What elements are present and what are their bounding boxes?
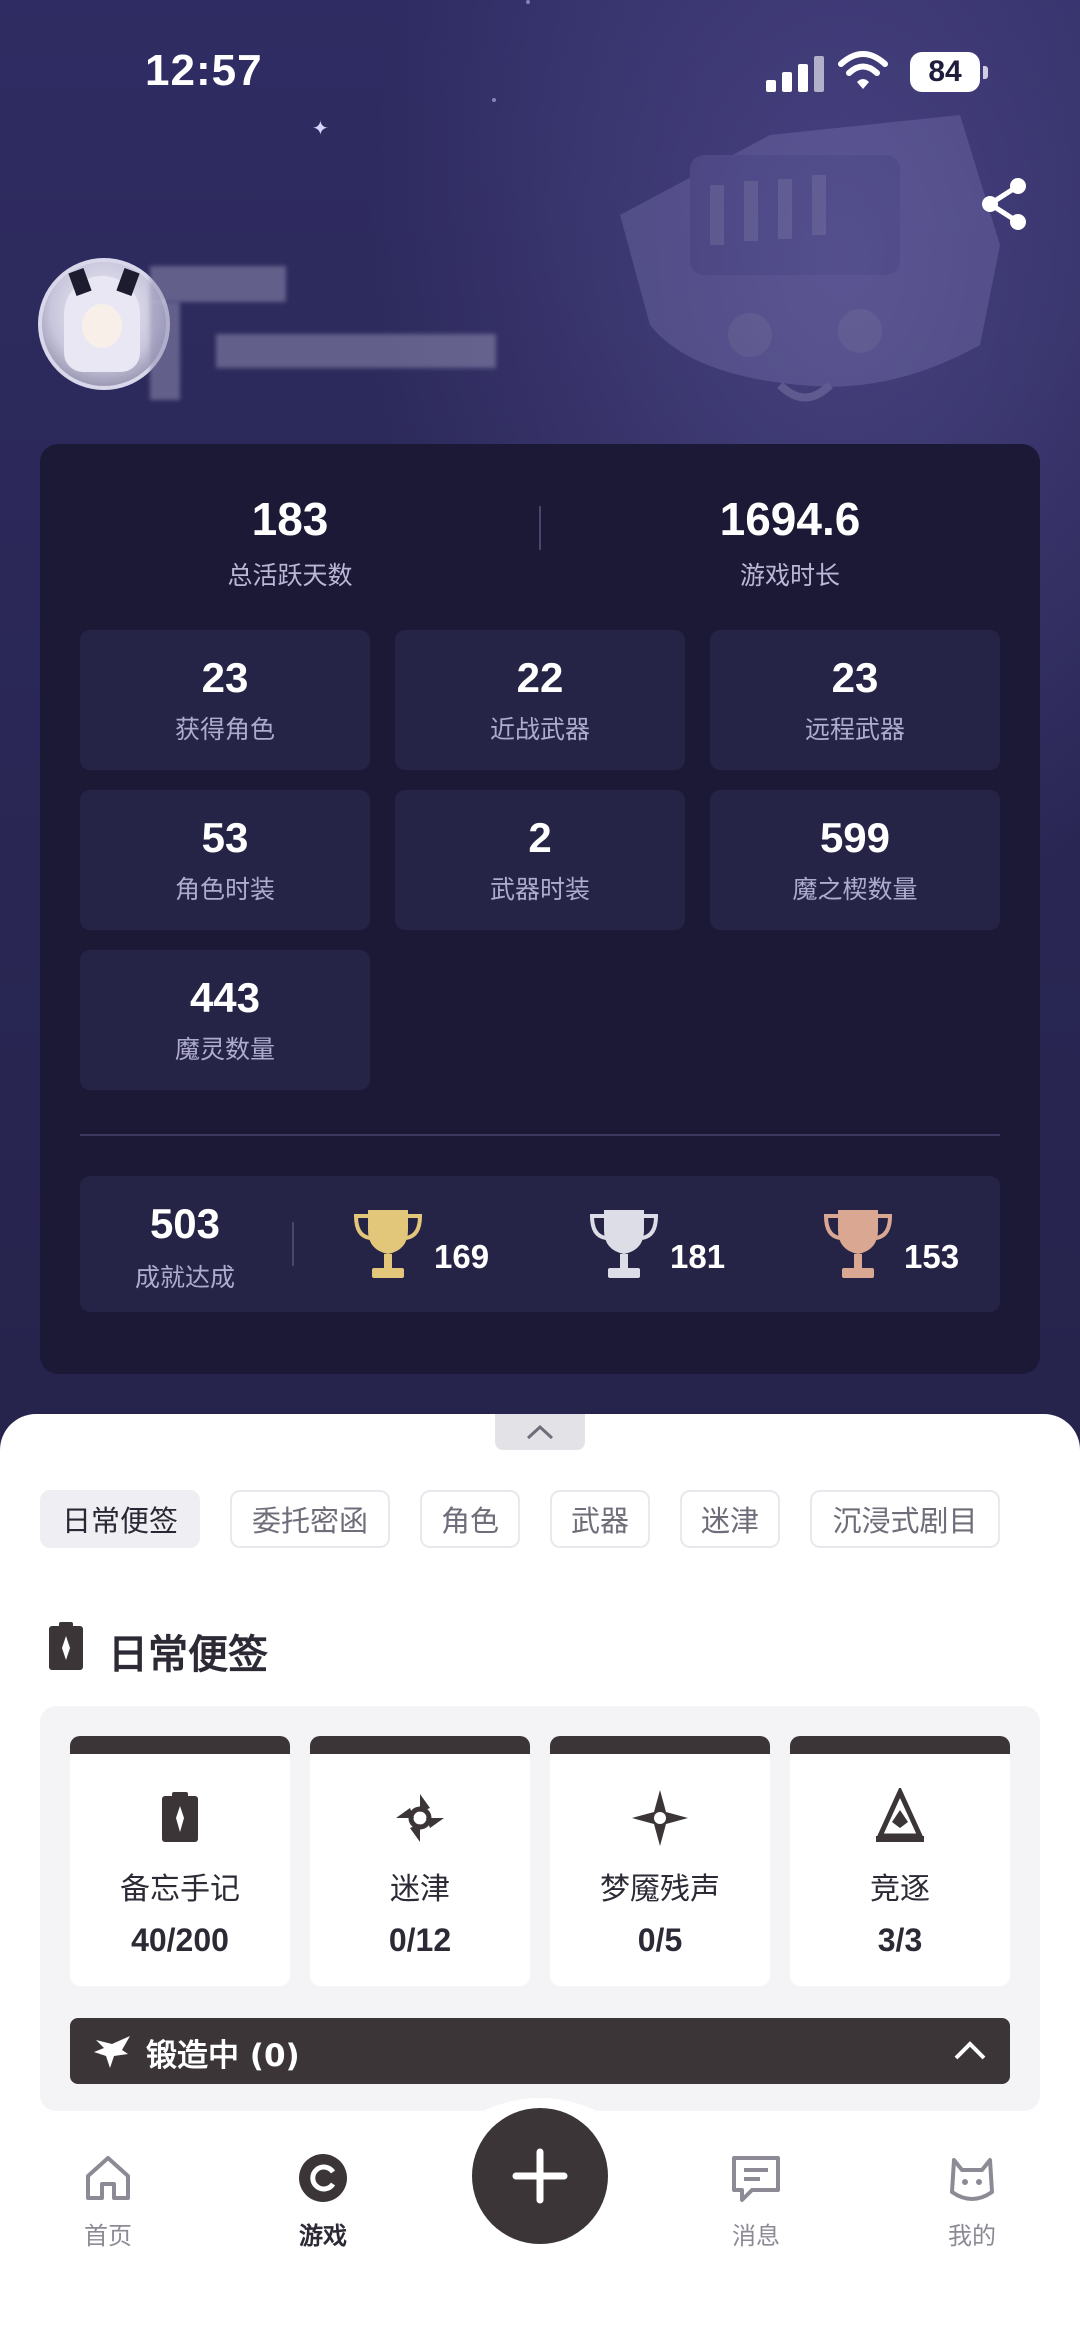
stat-tile-label: 魔灵数量 bbox=[174, 1035, 275, 1064]
nav-item-mine[interactable]: 我的 bbox=[912, 2150, 1032, 2251]
note-card-memo[interactable]: 备忘手记 40/200 bbox=[70, 1736, 290, 1986]
stat-tile-weapon-skins: 2 武器时装 bbox=[395, 790, 685, 930]
forge-label: 锻造中 (0) bbox=[146, 2038, 300, 2074]
blurred-username bbox=[150, 266, 286, 302]
wifi-icon bbox=[838, 51, 888, 89]
stat-tile-value: 22 bbox=[516, 654, 564, 701]
nav-item-home[interactable]: 首页 bbox=[48, 2150, 168, 2251]
stat-tile-characters: 23 获得角色 bbox=[80, 630, 370, 770]
stats-card: 183 总活跃天数 1694.6 游戏时长 23 获得角色 22 近战武器 23… bbox=[40, 444, 1040, 1374]
section-divider bbox=[80, 1134, 1000, 1136]
vortex-icon bbox=[396, 1794, 444, 1842]
home-icon bbox=[86, 2156, 130, 2200]
daily-notes-panel: 备忘手记 40/200 迷津 0/12 梦魇残声 0/5 竞逐 3/3 锻造中 … bbox=[40, 1706, 1040, 2111]
anvil-icon bbox=[94, 2036, 130, 2068]
silver-trophy-icon bbox=[590, 1210, 658, 1278]
section-title: 日常便签 bbox=[108, 1632, 268, 1678]
star-eye-icon bbox=[632, 1790, 688, 1846]
plus-icon bbox=[512, 2148, 568, 2204]
gold-trophy-icon bbox=[354, 1210, 422, 1278]
chevron-up-icon bbox=[526, 1424, 554, 1440]
battery-level: 84 bbox=[928, 55, 962, 88]
stat-tile-ranged-weapons: 23 远程武器 bbox=[710, 630, 1000, 770]
gold-trophy-count: 169 bbox=[434, 1238, 490, 1275]
silver-trophy-count: 181 bbox=[670, 1238, 726, 1275]
stat-tile-label: 魔之楔数量 bbox=[792, 875, 918, 904]
stat-tile-label: 角色时装 bbox=[174, 875, 275, 904]
active-days-stat: 183 总活跃天数 bbox=[40, 492, 540, 592]
note-card-competition[interactable]: 竞逐 3/3 bbox=[790, 1736, 1010, 1986]
note-card-labyrinth[interactable]: 迷津 0/12 bbox=[310, 1736, 530, 1986]
note-label: 梦魇残声 bbox=[600, 1872, 720, 1907]
create-post-button[interactable] bbox=[472, 2108, 608, 2244]
note-label: 迷津 bbox=[390, 1872, 450, 1907]
nav-label-games: 游戏 bbox=[299, 2222, 347, 2250]
bronze-trophy-count: 153 bbox=[904, 1238, 960, 1275]
stat-tile-value: 2 bbox=[528, 814, 552, 861]
tab-commissions[interactable]: 委托密函 bbox=[230, 1490, 390, 1548]
stat-tile-character-skins: 53 角色时装 bbox=[80, 790, 370, 930]
stat-tile-demon-wedges: 599 魔之楔数量 bbox=[710, 790, 1000, 930]
stat-tile-value: 443 bbox=[189, 974, 261, 1021]
note-label: 备忘手记 bbox=[120, 1872, 240, 1907]
message-icon bbox=[732, 2156, 780, 2202]
stat-tile-value: 599 bbox=[819, 814, 891, 861]
note-value: 40/200 bbox=[131, 1922, 229, 1958]
nav-label-mine: 我的 bbox=[948, 2222, 996, 2250]
stat-tile-label: 武器时装 bbox=[489, 875, 590, 904]
achievements-value: 503 bbox=[149, 1200, 221, 1247]
bronze-trophy-icon bbox=[824, 1210, 892, 1278]
nav-item-messages[interactable]: 消息 bbox=[696, 2150, 816, 2251]
status-time: 12:57 bbox=[145, 46, 263, 95]
sheet-handle[interactable] bbox=[495, 1414, 585, 1450]
tab-daily-notes[interactable]: 日常便签 bbox=[40, 1490, 200, 1548]
active-days-label: 总活跃天数 bbox=[227, 561, 353, 590]
tab-immersive-theater[interactable]: 沉浸式剧目 bbox=[810, 1490, 1000, 1548]
stat-tile-label: 获得角色 bbox=[174, 715, 275, 744]
arena-icon bbox=[876, 1785, 924, 1842]
play-time-stat: 1694.6 游戏时长 bbox=[540, 492, 1040, 592]
play-time-label: 游戏时长 bbox=[739, 561, 840, 590]
achievements-divider bbox=[292, 1222, 294, 1266]
battery-icon: 84 bbox=[910, 52, 988, 92]
tab-characters[interactable]: 角色 bbox=[420, 1490, 520, 1548]
play-time-value: 1694.6 bbox=[719, 493, 861, 545]
note-value: 0/5 bbox=[637, 1922, 683, 1958]
note-value: 0/12 bbox=[388, 1922, 452, 1958]
star-decoration: ✦ bbox=[312, 116, 329, 140]
share-icon[interactable] bbox=[978, 176, 1032, 232]
clipboard-icon bbox=[162, 1792, 198, 1842]
active-days-value: 183 bbox=[251, 493, 329, 545]
stat-tile-value: 23 bbox=[831, 654, 879, 701]
games-icon bbox=[299, 2154, 347, 2202]
note-value: 3/3 bbox=[877, 1922, 923, 1958]
nav-item-games[interactable]: 游戏 bbox=[263, 2150, 383, 2251]
nav-label-messages: 消息 bbox=[732, 2222, 780, 2250]
stat-tile-melee-weapons: 22 近战武器 bbox=[395, 630, 685, 770]
note-label: 竞逐 bbox=[870, 1872, 930, 1907]
stat-tile-label: 近战武器 bbox=[489, 715, 590, 744]
note-card-nightmare[interactable]: 梦魇残声 0/5 bbox=[550, 1736, 770, 1986]
forge-status-bar[interactable]: 锻造中 (0) bbox=[70, 2018, 1010, 2084]
chevron-up-icon[interactable] bbox=[952, 2036, 988, 2066]
stat-tile-value: 23 bbox=[201, 654, 249, 701]
achievements-row: 503 成就达成 169 181 153 bbox=[80, 1176, 1000, 1312]
stat-tile-spirits: 443 魔灵数量 bbox=[80, 950, 370, 1090]
tab-labyrinth[interactable]: 迷津 bbox=[680, 1490, 780, 1548]
blurred-user-info bbox=[216, 334, 496, 368]
star-dot bbox=[492, 98, 496, 102]
blurred-username bbox=[150, 302, 180, 400]
achievements-label: 成就达成 bbox=[134, 1263, 235, 1292]
tab-weapons[interactable]: 武器 bbox=[550, 1490, 650, 1548]
profile-mascot-icon bbox=[950, 2158, 994, 2201]
mascot-illustration bbox=[620, 115, 1000, 402]
notes-section-icon bbox=[49, 1622, 83, 1670]
stat-tile-label: 远程武器 bbox=[804, 715, 905, 744]
stat-tile-value: 53 bbox=[201, 814, 249, 861]
star-dot bbox=[526, 0, 530, 4]
nav-label-home: 首页 bbox=[84, 2222, 132, 2250]
signal-icon bbox=[766, 56, 828, 92]
